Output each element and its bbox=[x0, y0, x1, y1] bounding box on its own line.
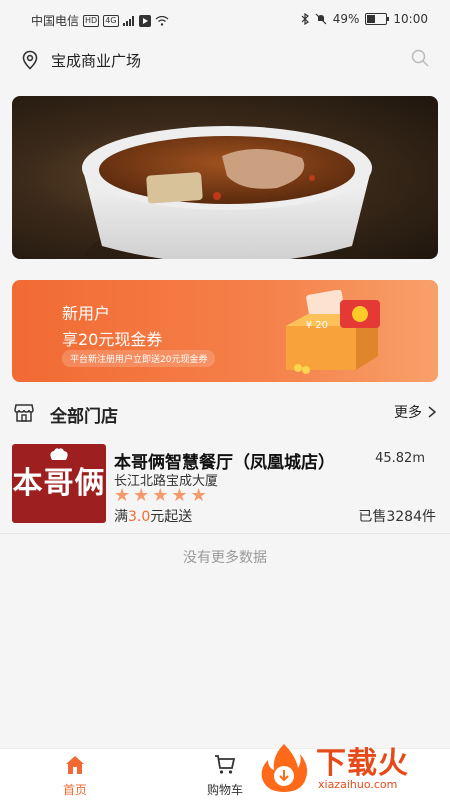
status-bar-left: 中国电信 HD 4G bbox=[31, 12, 169, 29]
min-order: 满3.0元起送 bbox=[114, 506, 192, 526]
promo-title: 新用户 bbox=[62, 304, 111, 323]
food-banner[interactable] bbox=[12, 96, 438, 259]
gift-box-illustration bbox=[286, 290, 380, 374]
store-icon bbox=[14, 404, 34, 422]
location-bar[interactable]: 宝成商业广场 bbox=[0, 40, 450, 80]
battery-icon bbox=[365, 13, 390, 25]
sold-count: 已售3284件 bbox=[358, 509, 436, 525]
store-rating: ★ ★ ★ ★ ★ bbox=[114, 486, 207, 506]
store-distance: 45.82m bbox=[375, 451, 425, 466]
tab-cart[interactable]: 购物车 bbox=[190, 753, 260, 798]
store-logo[interactable]: 本哥俩 bbox=[12, 444, 106, 523]
status-bar: 中国电信 HD 4G 49% 10:00 bbox=[0, 0, 450, 40]
chevron-right-icon[interactable] bbox=[428, 406, 436, 418]
watermark: 下载火 xiazaihuo.com bbox=[254, 738, 444, 798]
watermark-subtext: xiazaihuo.com bbox=[318, 778, 398, 791]
promo-subtitle: 享20元现金券 bbox=[62, 330, 163, 349]
flame-logo-icon bbox=[261, 744, 308, 792]
star-icon: ★ bbox=[152, 485, 169, 506]
status-bar-right: 49% 10:00 bbox=[301, 12, 428, 26]
min-order-suffix: 元起送 bbox=[150, 509, 193, 525]
app-notification-icon bbox=[138, 14, 151, 27]
mute-bell-icon bbox=[315, 13, 327, 25]
section-title: 全部门店 bbox=[50, 407, 118, 427]
list-end-text: 没有更多数据 bbox=[183, 550, 267, 566]
min-order-prefix: 满 bbox=[114, 509, 128, 525]
clock: 10:00 bbox=[393, 12, 428, 26]
more-label[interactable]: 更多 bbox=[394, 402, 422, 422]
star-icon: ★ bbox=[171, 485, 188, 506]
more-link[interactable]: 更多 bbox=[394, 402, 436, 422]
coupon-amount: ¥ 20 bbox=[305, 320, 328, 331]
location-name[interactable]: 宝成商业广场 bbox=[51, 50, 141, 71]
promo-note: 平台新注册用户立即送20元现金券 bbox=[62, 350, 216, 367]
star-icon: ★ bbox=[133, 485, 150, 506]
home-icon[interactable] bbox=[63, 753, 87, 777]
wifi-icon bbox=[155, 15, 168, 26]
divider bbox=[0, 533, 450, 534]
star-icon: ★ bbox=[190, 485, 207, 506]
bluetooth-icon bbox=[301, 13, 309, 25]
location-pin-icon[interactable] bbox=[20, 50, 40, 70]
cart-icon[interactable] bbox=[213, 753, 237, 777]
tab-home-label[interactable]: 首页 bbox=[40, 781, 110, 798]
soup-bowl-image bbox=[81, 126, 373, 259]
watermark-text: 下载火 bbox=[316, 746, 409, 781]
new-user-promo-banner[interactable]: 新用户 享20元现金券 平台新注册用户立即送20元现金券 ¥ 20 bbox=[12, 280, 438, 382]
search-icon[interactable] bbox=[410, 48, 430, 68]
signal-icon bbox=[122, 15, 134, 26]
all-stores-header: 全部门店 更多 bbox=[0, 396, 450, 432]
star-icon: ★ bbox=[114, 485, 131, 506]
list-item[interactable]: 本哥俩 本哥俩智慧餐厅（凤凰城店） 45.82m 长江北路宝成大厦 ★ ★ ★ ★ ★ … bbox=[0, 440, 450, 532]
carrier-label: 中国电信 bbox=[31, 14, 80, 28]
tab-home[interactable]: 首页 bbox=[40, 753, 110, 798]
store-logo-text: 本哥俩 bbox=[12, 466, 106, 501]
tab-cart-label[interactable]: 购物车 bbox=[190, 781, 260, 798]
battery-percent: 49% bbox=[332, 12, 360, 26]
min-order-value: 3.0 bbox=[128, 509, 151, 525]
hd-badge: HD bbox=[83, 14, 100, 27]
network-badge: 4G bbox=[103, 14, 119, 27]
